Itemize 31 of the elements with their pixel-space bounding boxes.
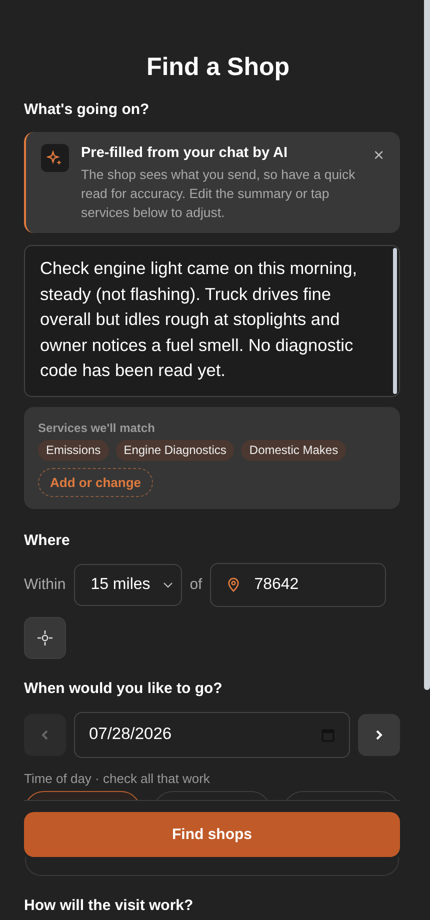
of-label: of [190, 576, 202, 593]
services-label: Services we'll match [38, 420, 156, 436]
time-of-day-hint: Time of day · check all that work [24, 770, 211, 786]
locate-button[interactable] [24, 616, 66, 658]
service-tag[interactable]: Emissions [38, 440, 109, 460]
scrollbar[interactable] [393, 248, 397, 394]
radius-select[interactable]: 15 miles [74, 564, 182, 606]
notice-title: Pre-filled from your chat by AI [81, 144, 289, 162]
chevron-down-icon [162, 582, 173, 588]
within-label: Within [24, 576, 66, 593]
find-shops-button[interactable]: Find shops [24, 812, 400, 856]
chevron-right-icon [374, 728, 384, 740]
service-tag[interactable]: Engine Diagnostics [116, 440, 234, 460]
chevron-left-icon [40, 728, 50, 740]
service-tag[interactable]: Domestic Makes [241, 440, 346, 460]
zip-field[interactable]: 78642 [210, 562, 386, 606]
summary-field[interactable]: Check engine light came on this morning, steady (not flashing). Truck drives fine overall but idles rough at stoplights and owner notices a fuel smell. No diagnostic code has been read yet. [24, 245, 400, 396]
section-heading: How will the visit work? [24, 896, 194, 916]
section-heading: When would you like to go? [24, 678, 224, 698]
add-or-change-button[interactable]: Add or change [38, 468, 154, 496]
next-day-button[interactable] [358, 714, 400, 756]
crosshair-icon [36, 628, 54, 646]
section-heading: What's going on? [24, 100, 150, 120]
map-pin-icon [227, 577, 240, 592]
sparkle-icon [41, 144, 69, 172]
scrollbar[interactable] [424, 0, 430, 690]
page-title: Find a Shop [145, 52, 291, 82]
close-button[interactable]: × [371, 146, 386, 164]
section-heading: Where [24, 530, 71, 550]
date-field[interactable]: 07/28/2026 [74, 712, 350, 758]
notice-text: The shop sees what you send, so have a quick read for accuracy. Edit the summary or tap services below to adjust. [81, 166, 356, 222]
